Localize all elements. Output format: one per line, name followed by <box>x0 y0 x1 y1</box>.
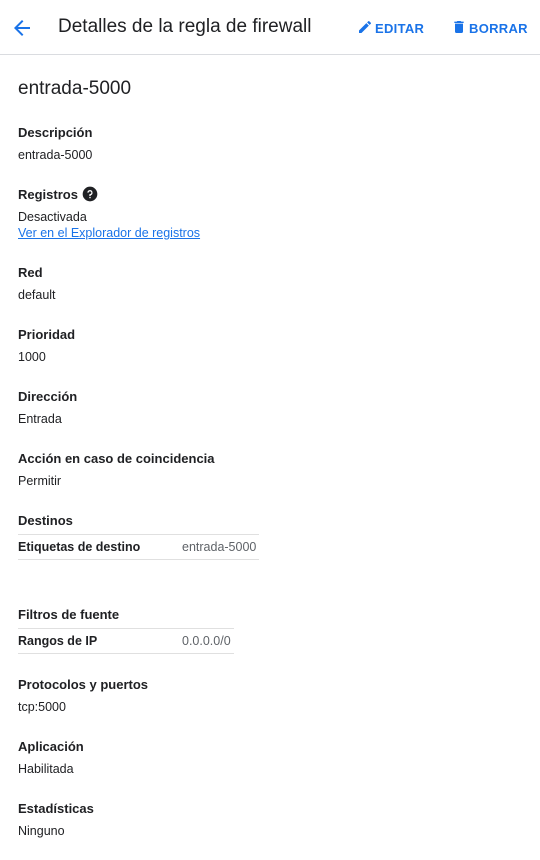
network-value: default <box>18 288 56 302</box>
delete-button[interactable]: BORRAR <box>451 18 528 38</box>
page-header: Detalles de la regla de firewall EDITAR … <box>0 0 540 55</box>
action-label: Acción en caso de coincidencia <box>18 451 215 466</box>
logs-label: Registros <box>18 187 78 202</box>
ip-ranges-label: Rangos de IP <box>18 634 98 648</box>
delete-button-label: BORRAR <box>469 20 528 36</box>
arrow-back-icon[interactable] <box>10 16 34 40</box>
target-tags-value: entrada-5000 <box>182 540 257 554</box>
protocols-label: Protocolos y puertos <box>18 677 149 692</box>
target-tags-label: Etiquetas de destino <box>18 540 141 554</box>
target-tags-row: Etiquetas de destino entrada-5000 <box>18 534 259 560</box>
action-value: Permitir <box>18 474 62 488</box>
direction-value: Entrada <box>18 412 62 426</box>
priority-value: 1000 <box>18 350 46 364</box>
rule-name: entrada-5000 <box>18 78 132 99</box>
protocols-value: tcp:5000 <box>18 700 66 714</box>
help-circle-icon[interactable] <box>82 186 98 202</box>
enforcement-label: Aplicación <box>18 739 84 754</box>
enforcement-value: Habilitada <box>18 762 74 776</box>
trash-icon <box>451 19 469 38</box>
ip-ranges-value: 0.0.0.0/0 <box>182 634 231 648</box>
edit-button-label: EDITAR <box>375 20 425 36</box>
description-value: entrada-5000 <box>18 148 93 162</box>
edit-button[interactable]: EDITAR <box>357 18 424 38</box>
stats-label: Estadísticas <box>18 801 94 816</box>
network-label: Red <box>18 265 43 280</box>
logs-explorer-link[interactable]: Ver en el Explorador de registros <box>18 224 200 242</box>
description-label: Descripción <box>18 125 93 140</box>
stats-value: Ninguno <box>18 824 65 838</box>
page-title: Detalles de la regla de firewall <box>58 16 312 37</box>
priority-label: Prioridad <box>18 327 76 342</box>
ip-ranges-row: Rangos de IP 0.0.0.0/0 <box>18 628 234 654</box>
targets-label: Destinos <box>18 513 73 528</box>
source-filters-label: Filtros de fuente <box>18 607 120 622</box>
direction-label: Dirección <box>18 389 78 404</box>
pencil-icon <box>357 19 375 38</box>
